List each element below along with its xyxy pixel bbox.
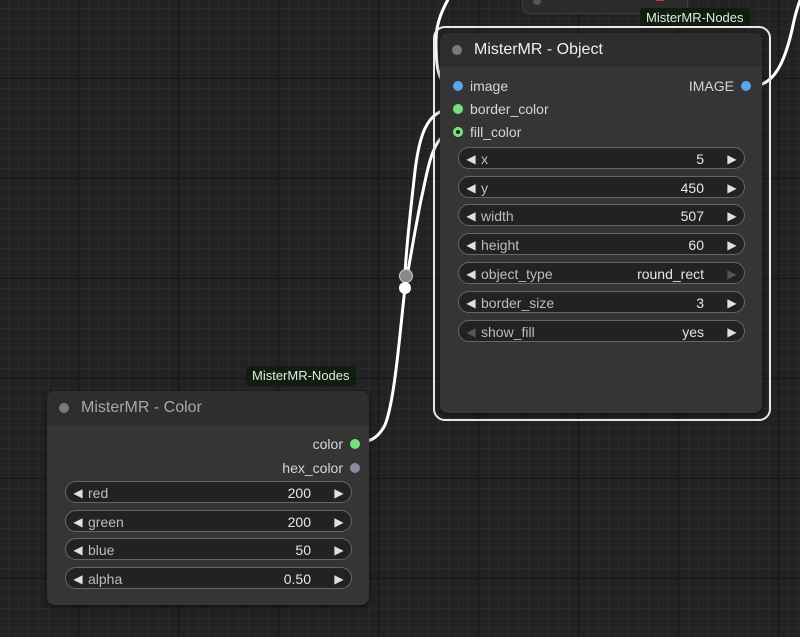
- output-slot-image[interactable]: IMAGE: [614, 76, 756, 96]
- widget-x[interactable]: ◀ x 5 ▶: [458, 147, 745, 169]
- node-status-dot: [533, 0, 541, 5]
- increment-arrow-icon[interactable]: ▶: [724, 148, 740, 170]
- widget-object-type[interactable]: ◀ object_type round_rect ▶: [458, 262, 745, 284]
- increment-arrow-icon[interactable]: ▶: [724, 234, 740, 256]
- widget-value[interactable]: 60: [688, 234, 704, 256]
- widget-alpha[interactable]: ◀ alpha 0.50 ▶: [65, 567, 352, 589]
- object-node[interactable]: MisterMR - Object image IMAGE border_col…: [440, 33, 762, 413]
- widget-label: green: [88, 514, 124, 530]
- slot-label: IMAGE: [688, 78, 734, 94]
- widget-value[interactable]: 3: [696, 292, 704, 314]
- increment-arrow-icon[interactable]: ▶: [724, 177, 740, 199]
- increment-arrow-icon[interactable]: ▶: [331, 568, 347, 590]
- border-color-input-pin[interactable]: [453, 104, 463, 114]
- decrement-arrow-icon[interactable]: ◀: [70, 568, 86, 590]
- widget-value[interactable]: 200: [288, 511, 311, 533]
- widget-width[interactable]: ◀ width 507 ▶: [458, 204, 745, 226]
- node-badge: MisterMR-Nodes: [640, 8, 750, 28]
- decrement-arrow-icon[interactable]: ◀: [70, 511, 86, 533]
- previous-option-icon[interactable]: ◀: [463, 321, 479, 343]
- input-slot-image[interactable]: image: [448, 76, 610, 96]
- widget-red[interactable]: ◀ red 200 ▶: [65, 481, 352, 503]
- next-option-icon[interactable]: ▶: [724, 321, 740, 343]
- slot-label: color: [312, 436, 343, 452]
- widget-value[interactable]: 507: [681, 205, 704, 227]
- widget-label: blue: [88, 542, 115, 558]
- image-output-pin[interactable]: [741, 81, 751, 91]
- increment-arrow-icon[interactable]: ▶: [331, 539, 347, 561]
- slot-label: border_color: [470, 101, 549, 117]
- widget-label: width: [481, 208, 514, 224]
- output-slot-color[interactable]: color: [203, 434, 365, 454]
- increment-arrow-icon[interactable]: ▶: [724, 205, 740, 227]
- reroute-dot[interactable]: [399, 269, 413, 283]
- increment-arrow-icon[interactable]: ▶: [724, 292, 740, 314]
- widget-label: y: [481, 180, 488, 196]
- decrement-arrow-icon[interactable]: ◀: [463, 177, 479, 199]
- widget-label: show_fill: [481, 324, 535, 340]
- image-input-pin[interactable]: [453, 81, 463, 91]
- slot-label: image: [470, 78, 509, 94]
- increment-arrow-icon[interactable]: ▶: [331, 482, 347, 504]
- widget-border-size[interactable]: ◀ border_size 3 ▶: [458, 291, 745, 313]
- widget-show-fill[interactable]: ◀ show_fill yes ▶: [458, 320, 745, 342]
- decrement-arrow-icon[interactable]: ◀: [70, 539, 86, 561]
- collapse-dot-icon[interactable]: [452, 45, 462, 55]
- output-slot-hex-color[interactable]: hex_color: [203, 458, 365, 478]
- increment-arrow-icon[interactable]: ▶: [331, 511, 347, 533]
- node-title: MisterMR - Color: [81, 399, 202, 416]
- fill-color-input-pin[interactable]: [453, 127, 463, 137]
- decrement-arrow-icon[interactable]: ◀: [463, 292, 479, 314]
- node-title: MisterMR - Object: [474, 41, 603, 58]
- widget-value[interactable]: yes: [682, 321, 704, 343]
- color-node[interactable]: MisterMR - Color color hex_color ◀ red 2…: [47, 391, 369, 605]
- slot-label: fill_color: [470, 124, 522, 140]
- widget-value[interactable]: 5: [696, 148, 704, 170]
- collapse-dot-icon[interactable]: [59, 403, 69, 413]
- hex-color-output-pin[interactable]: [350, 463, 360, 473]
- widget-value[interactable]: 450: [681, 177, 704, 199]
- decrement-arrow-icon[interactable]: ◀: [463, 205, 479, 227]
- widget-green[interactable]: ◀ green 200 ▶: [65, 510, 352, 532]
- reroute-dot[interactable]: [399, 282, 411, 294]
- widget-label: alpha: [88, 571, 123, 587]
- widget-value[interactable]: 50: [295, 539, 311, 561]
- node-title-bar[interactable]: MisterMR - Color: [47, 391, 369, 425]
- widget-label: height: [481, 237, 520, 253]
- widget-label: x: [481, 151, 488, 167]
- next-option-icon[interactable]: ▶: [724, 263, 740, 285]
- widget-label: border_size: [481, 295, 555, 311]
- node-badge: MisterMR-Nodes: [246, 366, 356, 386]
- decrement-arrow-icon[interactable]: ◀: [463, 148, 479, 170]
- widget-value[interactable]: 200: [288, 482, 311, 504]
- delete-icon[interactable]: [655, 0, 665, 1]
- previous-option-icon[interactable]: ◀: [463, 263, 479, 285]
- color-output-pin[interactable]: [350, 439, 360, 449]
- slot-label: hex_color: [282, 460, 343, 476]
- input-slot-border-color[interactable]: border_color: [448, 99, 630, 119]
- decrement-arrow-icon[interactable]: ◀: [70, 482, 86, 504]
- widget-y[interactable]: ◀ y 450 ▶: [458, 176, 745, 198]
- widget-blue[interactable]: ◀ blue 50 ▶: [65, 538, 352, 560]
- widget-label: object_type: [481, 266, 553, 282]
- widget-value[interactable]: round_rect: [637, 263, 704, 285]
- widget-value[interactable]: 0.50: [284, 568, 311, 590]
- decrement-arrow-icon[interactable]: ◀: [463, 234, 479, 256]
- node-title-bar[interactable]: MisterMR - Object: [440, 33, 762, 67]
- widget-height[interactable]: ◀ height 60 ▶: [458, 233, 745, 255]
- input-slot-fill-color[interactable]: fill_color: [448, 122, 630, 142]
- widget-label: red: [88, 485, 109, 501]
